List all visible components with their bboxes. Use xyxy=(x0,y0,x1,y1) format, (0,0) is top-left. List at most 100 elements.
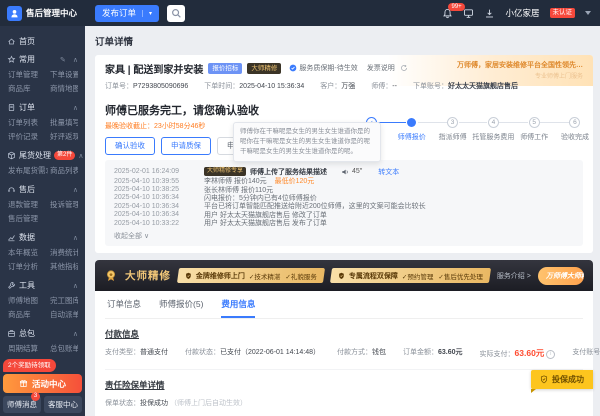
actual-pay-label: 实际支付： xyxy=(480,351,515,358)
refresh-icon[interactable] xyxy=(400,64,408,72)
chevron-up-icon[interactable]: ∧ xyxy=(73,282,78,290)
master-promo-banner[interactable]: 万师傅大师精修 行业大师上门，解决高价值高难度产品修复 xyxy=(538,267,584,285)
sidebar-section-label: 订单 xyxy=(19,102,35,113)
order-time-label: 下单时间： xyxy=(204,83,239,90)
invoice-info-link[interactable]: 发票说明 xyxy=(367,63,395,73)
order-time-value: 2025-04-10 15:36:34 xyxy=(239,83,304,90)
sidebar-item[interactable]: 总包账单 xyxy=(50,343,78,352)
sidebar-item[interactable]: 师傅地图 xyxy=(8,295,48,306)
order-no-label: 订单号： xyxy=(105,83,133,90)
sidebar-item[interactable]: 下单设置 xyxy=(50,69,78,80)
timeline-time: 2025-04-10 10:36:34 xyxy=(114,194,204,201)
step-connector xyxy=(540,122,569,123)
to-text-link[interactable]: 转文本 xyxy=(378,167,399,177)
tab-fee-info[interactable]: 费用信息 xyxy=(221,298,255,318)
insurance-section-title: 责任险保单详情 xyxy=(105,379,583,391)
sidebar-item-home[interactable]: 首页 xyxy=(7,36,78,47)
shield-icon xyxy=(338,272,345,280)
sidebar-item[interactable]: 周期结算 xyxy=(8,343,48,352)
fee-card: 订单信息 师傅报价(5) 费用信息 付款信息 支付类型：普通支付 付款状态：已支… xyxy=(95,291,593,416)
sidebar-item[interactable]: 投诉管理 xyxy=(50,199,78,210)
download-icon[interactable] xyxy=(484,8,495,19)
sidebar-section-favorites[interactable]: 常用 ✎ ∧ xyxy=(7,54,78,65)
step-connector xyxy=(377,122,406,123)
sidebar-section-data[interactable]: 数据 ∧ xyxy=(7,232,78,243)
sidebar-section-label: 总包 xyxy=(19,328,35,339)
sidebar-item[interactable]: 订单管理 xyxy=(8,69,48,80)
sidebar-item[interactable]: 自动派单 xyxy=(50,309,78,320)
pay-type-label: 支付类型： xyxy=(105,349,140,356)
master-message-button[interactable]: 师傅消息 3 xyxy=(3,396,41,413)
step-6: 6验收完成 xyxy=(569,117,581,128)
step-label: 验收完成 xyxy=(561,132,589,142)
sidebar-item[interactable]: 批量填写记录 xyxy=(50,117,78,128)
gold-badge-title: 专属流程双保障 xyxy=(349,271,398,281)
edit-icon[interactable]: ✎ xyxy=(60,56,66,64)
sidebar-item[interactable]: 其他指标诊断 xyxy=(50,261,78,272)
sidebar-section-tools[interactable]: 工具 ∧ xyxy=(7,280,78,291)
timeline-time: 2025-04-10 10:39:55 xyxy=(114,178,204,185)
sidebar-section-aftersale[interactable]: 售后 ∧ xyxy=(7,184,78,195)
sidebar-section-tail-goods[interactable]: 尾货处理 第2件 ∧ xyxy=(7,150,78,161)
sidebar-item[interactable]: 售后管理 xyxy=(8,213,48,224)
chevron-up-icon[interactable]: ∧ xyxy=(73,234,78,242)
worker-logo-icon xyxy=(7,6,22,21)
search-button[interactable] xyxy=(167,5,185,22)
sidebar-section-orders[interactable]: 订单 ∧ xyxy=(7,102,78,113)
sidebar-item[interactable]: 本年概览 xyxy=(8,247,48,258)
sidebar-item[interactable]: 好评返现 xyxy=(50,131,78,142)
timeline-text: 闪电报价：5分钟内已有4位师傅报价 xyxy=(204,194,317,202)
chevron-up-icon[interactable]: ∧ xyxy=(73,186,78,194)
publish-order-button[interactable]: 发布订单 ▾ xyxy=(95,5,159,22)
gold-badge-tag: 礼貌服务 xyxy=(291,274,317,281)
collapse-all-toggle[interactable]: 收起全部 ∨ xyxy=(114,231,574,241)
gold-badge-title: 金牌维修师上门 xyxy=(196,271,245,281)
sidebar-item[interactable]: 完工图库 xyxy=(50,295,78,306)
customer-service-button[interactable]: 客服中心 xyxy=(44,396,82,413)
chevron-up-icon[interactable]: ∧ xyxy=(73,104,78,112)
info-icon[interactable]: i xyxy=(546,350,555,359)
tab-master-quotes[interactable]: 师傅报价(5) xyxy=(159,298,203,318)
chevron-up-icon[interactable]: ∧ xyxy=(73,330,78,338)
order-header: 家具 | 配送到家并安装 报价招标 大师精修 服务质保期-待生效 发票说明 xyxy=(105,62,583,74)
sidebar-item[interactable]: 商品列表 xyxy=(50,165,78,176)
caret-down-icon: ∨ xyxy=(144,233,149,240)
audio-message[interactable]: 45″ xyxy=(341,168,362,176)
service-intro-link[interactable]: 服务介绍 > xyxy=(497,271,531,281)
pay-status-label: 付款状态： xyxy=(185,349,220,356)
warranty-chip: 服务质保期-待生效 xyxy=(289,63,357,73)
timeline-text: 师傅上传了服务结果描述 xyxy=(250,167,327,177)
timeline-text: 李林师傅 报价140元 xyxy=(204,177,267,185)
user-menu-caret-icon[interactable] xyxy=(585,11,591,15)
lowest-price-note: 最低价120元 xyxy=(275,177,315,185)
activity-center-button[interactable]: 活动中心 xyxy=(3,374,82,393)
notification-bell-icon[interactable]: 99+ xyxy=(442,8,453,19)
sidebar-item[interactable]: 退款管理 xyxy=(8,199,48,210)
order-timeline: 2025-02-01 16:24:09 大师精修专享 师傅上传了服务结果描述 4… xyxy=(105,160,583,246)
sidebar-item[interactable]: 发布尾货需求 xyxy=(8,165,48,176)
sidebar-section-package[interactable]: 总包 ∧ xyxy=(7,328,78,339)
home-icon xyxy=(7,37,16,46)
timeline-row: 2025-02-01 16:24:09 大师精修专享 师傅上传了服务结果描述 4… xyxy=(114,166,574,177)
sidebar-item[interactable]: 订单分析 xyxy=(8,261,48,272)
workbench-icon[interactable] xyxy=(463,8,474,19)
sidebar-item[interactable]: 消费统计 xyxy=(50,247,78,258)
chevron-up-icon[interactable]: ∧ xyxy=(73,56,78,64)
sidebar-item[interactable]: 商品库 xyxy=(8,83,48,94)
user-name[interactable]: 小亿家居 xyxy=(505,7,539,19)
shield-check-icon xyxy=(540,375,548,384)
order-amount-label: 订单金额： xyxy=(403,349,438,356)
apply-warranty-button[interactable]: 申请质保 xyxy=(161,137,211,155)
sidebar-item[interactable]: 商情地图 xyxy=(50,83,78,94)
tab-order-info[interactable]: 订单信息 xyxy=(107,298,141,318)
sidebar-item[interactable]: 订单列表 xyxy=(8,117,48,128)
insured-success-ribbon: 投保成功 xyxy=(531,370,593,389)
policy-status-note: （师傅上门后自动生效） xyxy=(170,400,247,407)
detail-tabs: 订单信息 师傅报价(5) 费用信息 xyxy=(105,291,583,319)
sidebar-item[interactable]: 商品库 xyxy=(8,309,48,320)
sidebar-item[interactable]: 评价记录 xyxy=(8,131,48,142)
chevron-up-icon[interactable]: ∧ xyxy=(78,152,83,160)
confirm-acceptance-button[interactable]: 确认验收 xyxy=(105,137,155,155)
pay-type-value: 普通支付 xyxy=(140,349,168,356)
payment-fields: 支付类型：普通支付 付款状态：已支付（2022-06-01 14:14:48） … xyxy=(105,347,583,359)
